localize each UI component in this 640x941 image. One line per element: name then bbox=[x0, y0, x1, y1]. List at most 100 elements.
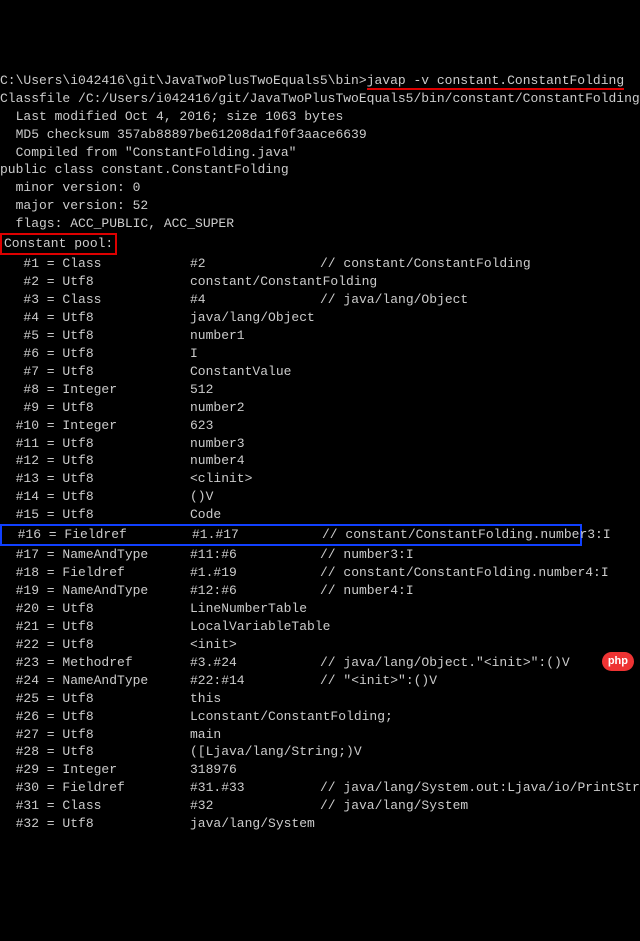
terminal-line: #7 = Utf8ConstantValue bbox=[0, 363, 640, 381]
pool-col-val: #12:#6 bbox=[190, 582, 320, 600]
pool-col-comment: // number4:I bbox=[320, 582, 414, 600]
pool-col-val: LocalVariableTable bbox=[190, 618, 320, 636]
terminal-line: #23 = Methodref#3.#24// java/lang/Object… bbox=[0, 654, 640, 672]
terminal-line: #31 = Class#32// java/lang/System bbox=[0, 797, 640, 815]
terminal-line: #26 = Utf8Lconstant/ConstantFolding; bbox=[0, 708, 640, 726]
flags: flags: ACC_PUBLIC, ACC_SUPER bbox=[0, 216, 234, 231]
pool-col-val: #3.#24 bbox=[190, 654, 320, 672]
terminal-line: C:\Users\i042416\git\JavaTwoPlusTwoEqual… bbox=[0, 72, 640, 90]
php-watermark: php bbox=[602, 652, 634, 671]
terminal-line: MD5 checksum 357ab88897be61208da1f0f3aac… bbox=[0, 126, 640, 144]
terminal-line: #13 = Utf8<clinit> bbox=[0, 470, 640, 488]
pool-col-def: #1 = Class bbox=[0, 255, 190, 273]
terminal-line: #15 = Utf8Code bbox=[0, 506, 640, 524]
terminal-line: #16 = Fieldref#1.#17// constant/Constant… bbox=[0, 524, 640, 546]
terminal-line: #18 = Fieldref#1.#19// constant/Constant… bbox=[0, 564, 640, 582]
pool-col-val: #22:#14 bbox=[190, 672, 320, 690]
classfile: Classfile /C:/Users/i042416/git/JavaTwoP… bbox=[0, 91, 640, 106]
terminal-line: public class constant.ConstantFolding bbox=[0, 161, 640, 179]
pool-col-def: #11 = Utf8 bbox=[0, 435, 190, 453]
terminal-line: #3 = Class#4// java/lang/Object bbox=[0, 291, 640, 309]
pool-col-def: #17 = NameAndType bbox=[0, 546, 190, 564]
pool-col-def: #30 = Fieldref bbox=[0, 779, 190, 797]
terminal-line: #6 = Utf8I bbox=[0, 345, 640, 363]
pool-col-val: #1.#17 bbox=[192, 526, 322, 544]
pool-col-def: #7 = Utf8 bbox=[0, 363, 190, 381]
pool-col-val: Code bbox=[190, 506, 320, 524]
terminal-line: #22 = Utf8<init> bbox=[0, 636, 640, 654]
terminal-line: #25 = Utf8this bbox=[0, 690, 640, 708]
terminal-line: #12 = Utf8number4 bbox=[0, 452, 640, 470]
pool-col-def: #27 = Utf8 bbox=[0, 726, 190, 744]
md5: MD5 checksum 357ab88897be61208da1f0f3aac… bbox=[0, 127, 367, 142]
pool-col-def: #6 = Utf8 bbox=[0, 345, 190, 363]
terminal-line: #14 = Utf8()V bbox=[0, 488, 640, 506]
pool-col-val: 623 bbox=[190, 417, 320, 435]
pool-col-def: #16 = Fieldref bbox=[2, 526, 192, 544]
pool-col-def: #20 = Utf8 bbox=[0, 600, 190, 618]
pool-col-def: #18 = Fieldref bbox=[0, 564, 190, 582]
pool-col-val: #2 bbox=[190, 255, 320, 273]
terminal-line: #19 = NameAndType#12:#6// number4:I bbox=[0, 582, 640, 600]
pool-col-comment: // java/lang/System bbox=[320, 797, 468, 815]
pool-col-val: main bbox=[190, 726, 320, 744]
pool-col-def: #4 = Utf8 bbox=[0, 309, 190, 327]
pool-col-val: 512 bbox=[190, 381, 320, 399]
terminal-line: #8 = Integer512 bbox=[0, 381, 640, 399]
pool-col-def: #2 = Utf8 bbox=[0, 273, 190, 291]
pool-col-def: #12 = Utf8 bbox=[0, 452, 190, 470]
pool-col-val: <init> bbox=[190, 636, 320, 654]
terminal-line: #32 = Utf8java/lang/System bbox=[0, 815, 640, 833]
pool-col-def: #14 = Utf8 bbox=[0, 488, 190, 506]
pool-col-val: this bbox=[190, 690, 320, 708]
terminal-output: C:\Users\i042416\git\JavaTwoPlusTwoEqual… bbox=[0, 72, 640, 833]
pool-col-val: <clinit> bbox=[190, 470, 320, 488]
pool-col-def: #23 = Methodref bbox=[0, 654, 190, 672]
prompt-path: C:\Users\i042416\git\JavaTwoPlusTwoEqual… bbox=[0, 73, 367, 88]
pool-col-def: #21 = Utf8 bbox=[0, 618, 190, 636]
terminal-line: #4 = Utf8java/lang/Object bbox=[0, 309, 640, 327]
pool-col-val: number2 bbox=[190, 399, 320, 417]
pool-col-val: I bbox=[190, 345, 320, 363]
pool-col-val: constant/ConstantFolding bbox=[190, 273, 320, 291]
pool-col-val: number4 bbox=[190, 452, 320, 470]
terminal-line: Constant pool: bbox=[0, 233, 640, 255]
pool-col-val: #11:#6 bbox=[190, 546, 320, 564]
pool-col-val: #4 bbox=[190, 291, 320, 309]
minor: minor version: 0 bbox=[0, 180, 140, 195]
terminal-line: #24 = NameAndType#22:#14// "<init>":()V bbox=[0, 672, 640, 690]
command: javap -v constant.ConstantFolding bbox=[367, 73, 624, 90]
terminal-line: #11 = Utf8number3 bbox=[0, 435, 640, 453]
pool-col-val: #32 bbox=[190, 797, 320, 815]
pool-col-val: ConstantValue bbox=[190, 363, 320, 381]
pool-col-val: java/lang/Object bbox=[190, 309, 320, 327]
pool-entry-highlighted: #16 = Fieldref#1.#17// constant/Constant… bbox=[0, 524, 582, 546]
pool-col-def: #28 = Utf8 bbox=[0, 743, 190, 761]
decl: public class constant.ConstantFolding bbox=[0, 162, 289, 177]
pool-col-val: LineNumberTable bbox=[190, 600, 320, 618]
pool-col-comment: // "<init>":()V bbox=[320, 672, 437, 690]
pool-col-comment: // java/lang/Object bbox=[320, 291, 468, 309]
terminal-line: major version: 52 bbox=[0, 197, 640, 215]
pool-col-val: #31.#33 bbox=[190, 779, 320, 797]
pool-col-def: #31 = Class bbox=[0, 797, 190, 815]
pool-col-comment: // number3:I bbox=[320, 546, 414, 564]
terminal-line: #10 = Integer623 bbox=[0, 417, 640, 435]
pool-col-val: java/lang/System bbox=[190, 815, 320, 833]
terminal-line: #28 = Utf8([Ljava/lang/String;)V bbox=[0, 743, 640, 761]
terminal-line: #9 = Utf8number2 bbox=[0, 399, 640, 417]
terminal-line: flags: ACC_PUBLIC, ACC_SUPER bbox=[0, 215, 640, 233]
pool-col-val: Lconstant/ConstantFolding; bbox=[190, 708, 320, 726]
compiled: Compiled from "ConstantFolding.java" bbox=[0, 145, 296, 160]
pool-col-def: #8 = Integer bbox=[0, 381, 190, 399]
terminal-line: Compiled from "ConstantFolding.java" bbox=[0, 144, 640, 162]
constant-pool-header: Constant pool: bbox=[0, 233, 117, 255]
pool-col-comment: // constant/ConstantFolding.number4:I bbox=[320, 564, 609, 582]
pool-col-def: #10 = Integer bbox=[0, 417, 190, 435]
pool-col-val: ([Ljava/lang/String;)V bbox=[190, 743, 320, 761]
terminal-line: #17 = NameAndType#11:#6// number3:I bbox=[0, 546, 640, 564]
pool-col-comment: // java/lang/System.out:Ljava/io/PrintSt… bbox=[320, 779, 640, 797]
terminal-line: #5 = Utf8number1 bbox=[0, 327, 640, 345]
terminal-line: #2 = Utf8constant/ConstantFolding bbox=[0, 273, 640, 291]
pool-col-def: #15 = Utf8 bbox=[0, 506, 190, 524]
